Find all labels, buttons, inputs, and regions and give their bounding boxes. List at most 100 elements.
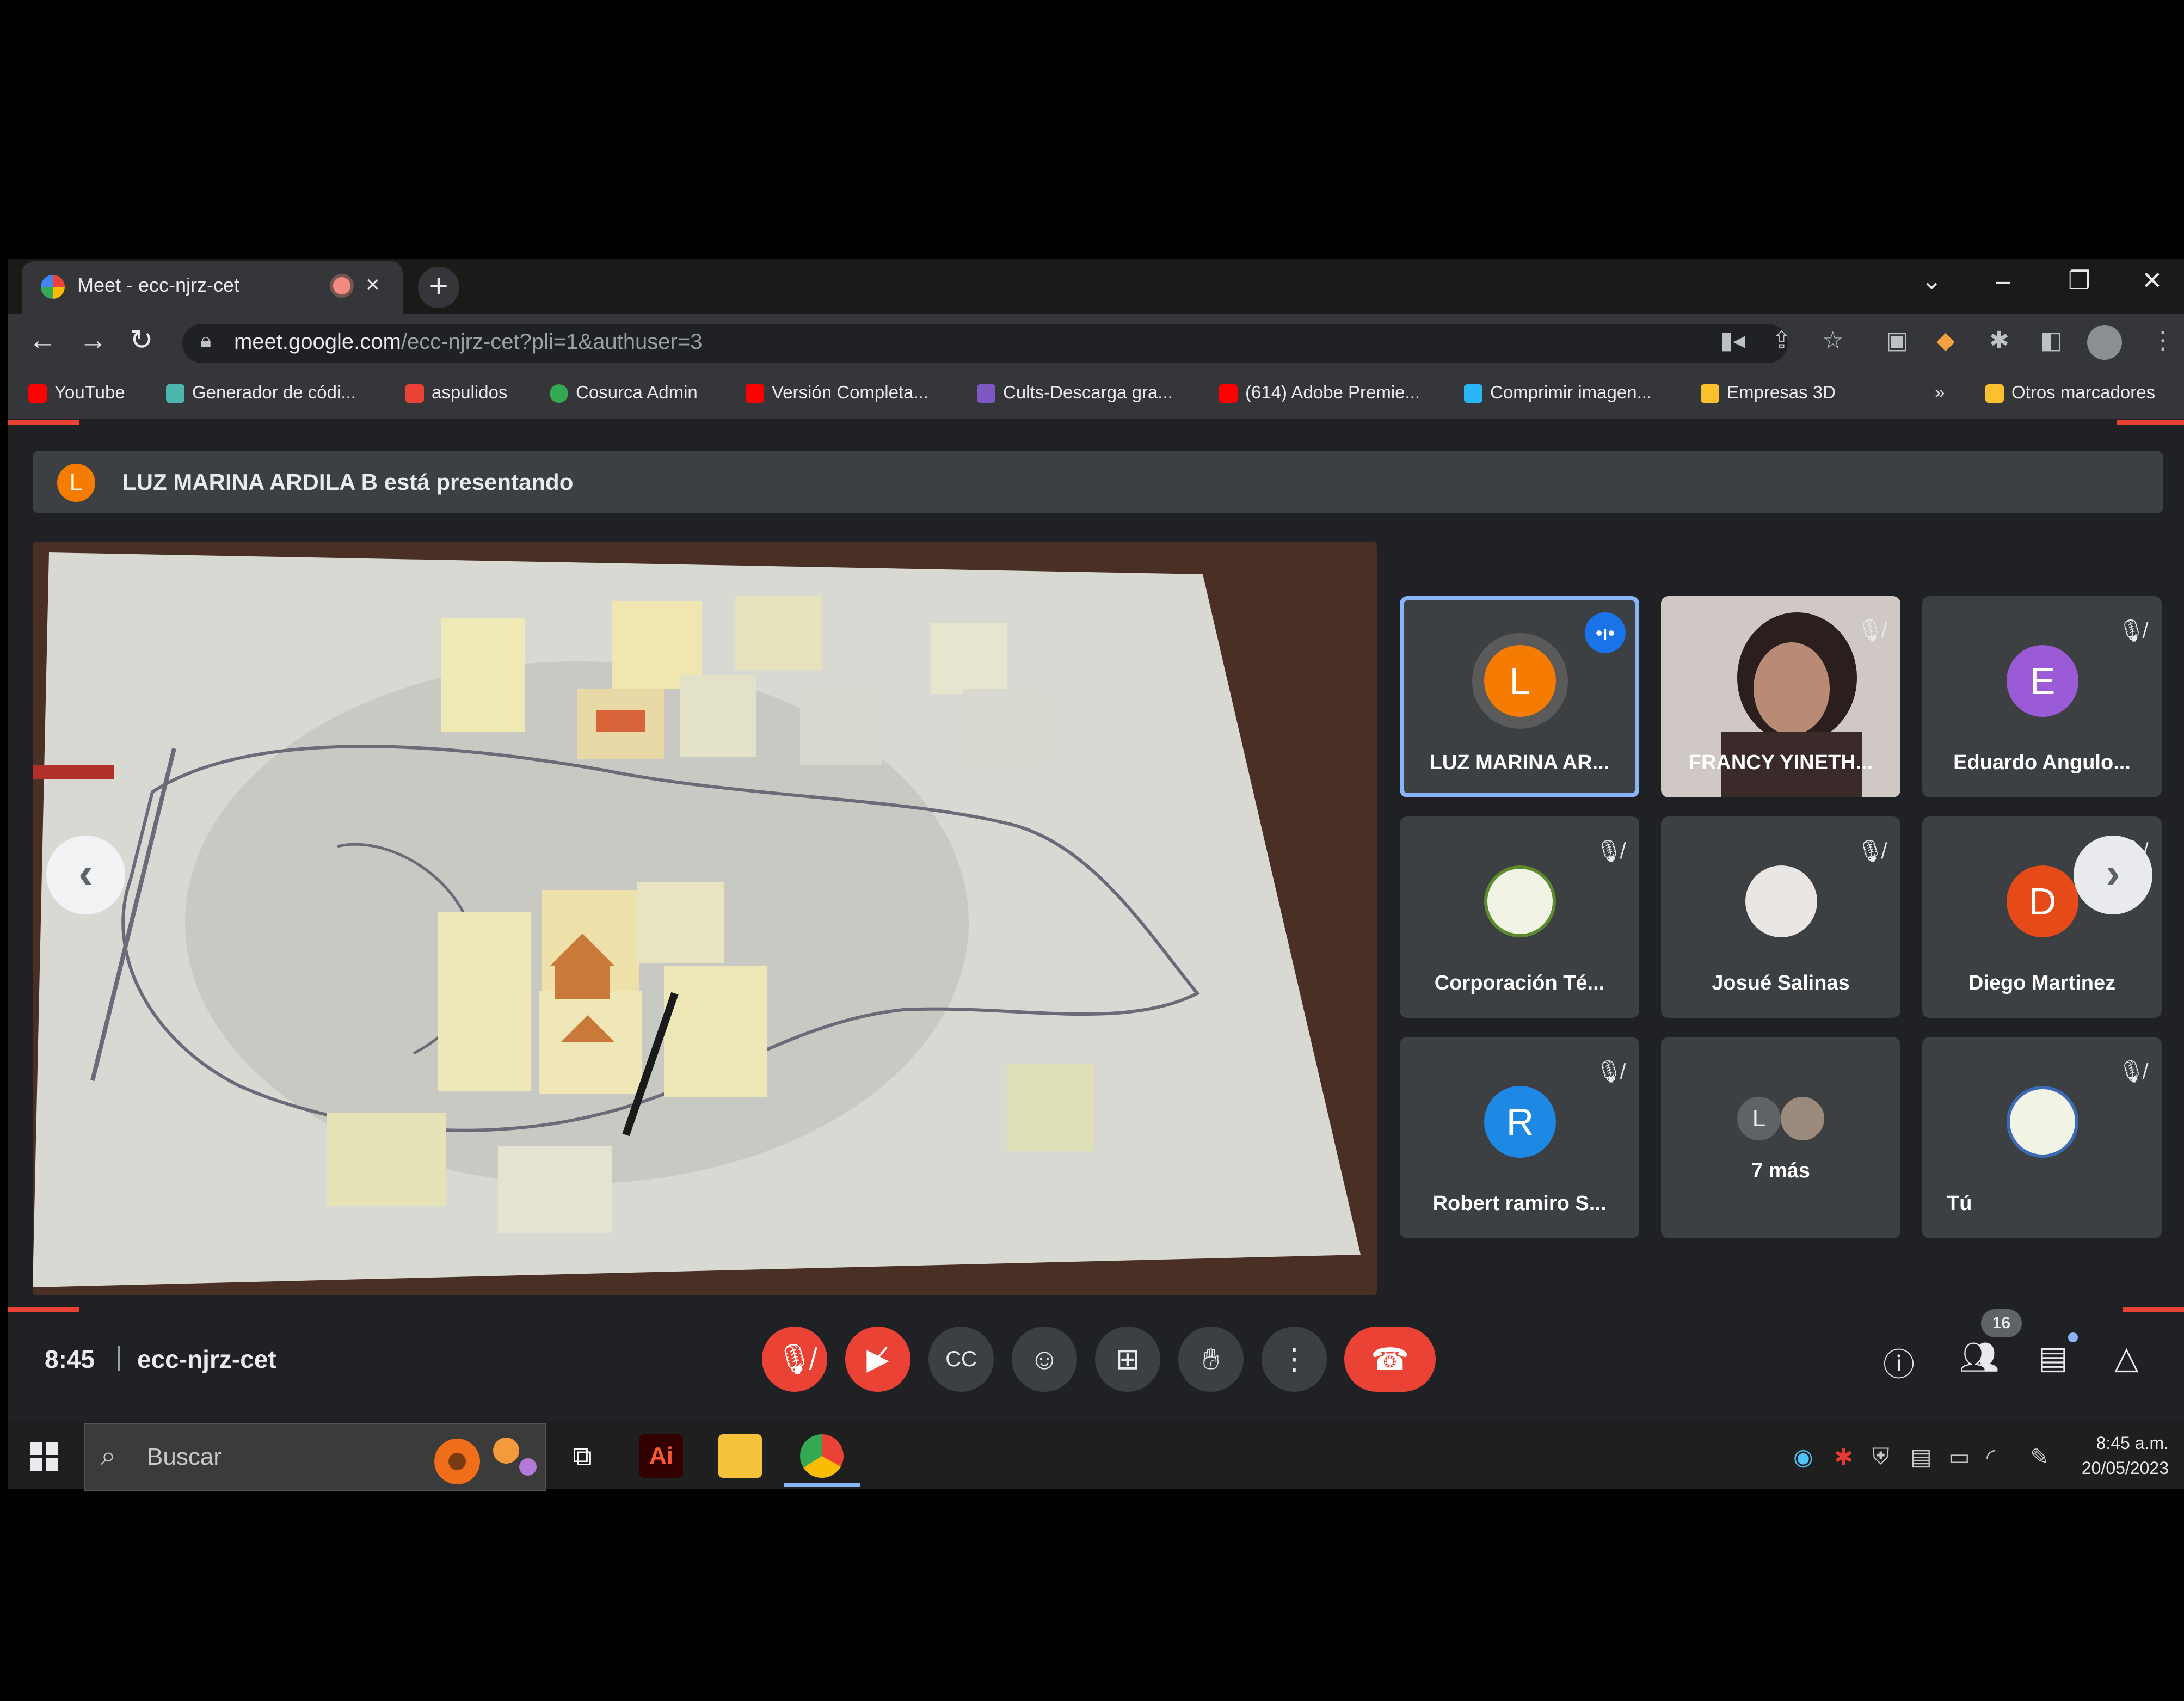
present-screen-button[interactable]: ⊞ xyxy=(1095,1327,1160,1392)
chat-icon[interactable]: ▤ xyxy=(2038,1339,2068,1376)
profile-avatar[interactable] xyxy=(2087,325,2122,360)
participant-tile[interactable]: 🎙︎̸ R Robert ramiro S... xyxy=(1400,1037,1639,1238)
search-icon: ⌕ xyxy=(101,1440,116,1471)
share-icon[interactable]: ⇪ xyxy=(1771,327,1792,354)
tray-display-icon[interactable]: ▤ xyxy=(1910,1444,1932,1470)
self-label: Tú xyxy=(1947,1192,1972,1215)
muted-mic-icon: 🎙︎̸ xyxy=(1856,839,1884,863)
url-path: /ecc-njrz-cet?pli=1&authuser=3 xyxy=(401,330,703,354)
close-window-icon[interactable]: ✕ xyxy=(2142,266,2163,295)
camera-off-button[interactable]: ▶̸ xyxy=(845,1327,910,1392)
other-bookmarks[interactable]: Otros marcadores xyxy=(1985,382,2155,403)
cults-icon xyxy=(977,384,995,403)
adobe-illustrator-icon[interactable]: Ai xyxy=(639,1434,683,1478)
speaking-indicator-icon: •ı• xyxy=(1585,612,1626,653)
participant-tile[interactable]: 🎙︎̸ FRANCY YINETH... xyxy=(1661,596,1900,797)
avatar: E xyxy=(2007,645,2078,717)
side-panel-icon[interactable]: ◧ xyxy=(2040,327,2063,354)
presenting-text: LUZ MARINA ARDILA B está presentando xyxy=(122,469,574,495)
muted-mic-icon: 🎙︎̸ xyxy=(1595,1060,1623,1084)
comprimir-icon xyxy=(1464,384,1482,403)
gmail-icon xyxy=(405,384,424,403)
generador-icon xyxy=(166,384,184,403)
avatar: L xyxy=(1484,645,1556,717)
progress-strip xyxy=(8,1307,79,1312)
photo-avatar xyxy=(1781,1097,1824,1140)
bookmark-cosurca[interactable]: Cosurca Admin xyxy=(550,382,698,403)
back-icon[interactable]: ← xyxy=(28,324,57,357)
bookmark-generador[interactable]: Generador de códi... xyxy=(166,382,356,403)
bookmark-star-icon[interactable]: ☆ xyxy=(1822,327,1843,354)
muted-mic-icon: 🎙︎̸ xyxy=(2118,1060,2145,1084)
active-app-indicator xyxy=(784,1483,860,1487)
bookmark-cults[interactable]: Cults-Descarga gra... xyxy=(977,382,1173,403)
shared-screen-image xyxy=(33,542,1377,1295)
progress-strip xyxy=(2117,420,2184,425)
browser-menu-icon[interactable]: ⋮ xyxy=(2151,327,2175,354)
participant-tile[interactable]: •ı• L LUZ MARINA AR... xyxy=(1400,596,1639,797)
forward-icon[interactable]: → xyxy=(79,324,107,357)
camera-in-use-icon[interactable]: ▮◂ xyxy=(1720,327,1745,354)
tab-search-chevron-icon[interactable]: ⌄ xyxy=(1921,266,1942,295)
windows-start-icon[interactable] xyxy=(30,1442,58,1471)
folder-icon xyxy=(1985,384,2004,403)
cosurca-icon xyxy=(550,384,568,403)
wifi-icon[interactable]: ◜ xyxy=(1986,1444,1995,1470)
self-tile[interactable]: 🎙︎̸ Tú xyxy=(1922,1037,2162,1238)
organization-logo-avatar xyxy=(2007,1086,2078,1158)
file-explorer-icon[interactable] xyxy=(718,1434,762,1478)
participant-tile[interactable]: 🎙︎̸ Josué Salinas xyxy=(1661,816,1900,1018)
pen-icon[interactable]: ✎ xyxy=(2030,1444,2049,1470)
url-text[interactable]: meet.google.com/ecc-njrz-cet?pli=1&authu… xyxy=(234,330,702,354)
extensions-puzzle-icon[interactable]: ✱ xyxy=(1989,327,2009,354)
minimize-icon[interactable]: – xyxy=(1996,266,2010,295)
tray-antivirus-icon[interactable]: ✱ xyxy=(1834,1444,1853,1470)
captions-button[interactable]: CC xyxy=(928,1327,994,1392)
emoji-reactions-button[interactable]: ☺ xyxy=(1012,1327,1077,1392)
recording-indicator-icon xyxy=(333,277,350,294)
chrome-icon[interactable] xyxy=(800,1434,844,1478)
tray-security-icon[interactable]: ⛨ xyxy=(1872,1444,1890,1470)
tray-app-icon[interactable]: ◉ xyxy=(1793,1444,1813,1470)
reload-icon[interactable]: ↻ xyxy=(130,324,153,357)
restore-icon[interactable]: ❐ xyxy=(2068,266,2090,295)
clock-date: 20/05/2023 xyxy=(2081,1458,2169,1478)
bookmark-empresas-3d[interactable]: Empresas 3D xyxy=(1701,382,1836,403)
raise-hand-button[interactable]: ✋︎ xyxy=(1178,1327,1244,1392)
bookmark-youtube[interactable]: YouTube xyxy=(28,382,125,403)
presentation-video[interactable] xyxy=(33,542,1377,1295)
bookmark-aspulidos[interactable]: aspulidos xyxy=(405,382,507,403)
next-page-button[interactable]: › xyxy=(2074,836,2152,914)
youtube-icon xyxy=(746,384,764,403)
meeting-info-icon[interactable]: ⓘ xyxy=(1883,1339,1915,1385)
extension-icon[interactable]: ▣ xyxy=(1886,327,1909,354)
bookmark-adobe-premiere[interactable]: (614) Adobe Premie... xyxy=(1219,382,1420,403)
chat-notification-dot xyxy=(2068,1332,2078,1342)
battery-icon[interactable]: ▭ xyxy=(1948,1444,1970,1470)
close-tab-icon[interactable]: × xyxy=(366,271,380,298)
people-icon[interactable]: 👥︎ xyxy=(1959,1339,2000,1376)
mic-off-button[interactable]: 🎙︎̸ xyxy=(762,1327,827,1392)
activities-icon[interactable]: △ xyxy=(2114,1339,2139,1376)
more-options-button[interactable]: ⋮ xyxy=(1262,1327,1327,1392)
participant-name: FRANCY YINETH... xyxy=(1688,751,1873,774)
youtube-icon xyxy=(1219,384,1238,403)
participant-tile[interactable]: 🎙︎̸ Corporación Té... xyxy=(1400,816,1639,1018)
bookmark-version-completa[interactable]: Versión Completa... xyxy=(746,382,928,403)
leave-call-button[interactable]: ☎︎ xyxy=(1344,1327,1436,1392)
more-participants-tile[interactable]: L 7 más xyxy=(1661,1037,1900,1238)
bookmarks-overflow-button[interactable]: » xyxy=(1935,382,1945,403)
clock-time: 8:45 a.m. xyxy=(2096,1433,2169,1453)
new-tab-button[interactable]: + xyxy=(418,267,459,308)
lock-icon[interactable]: 🔒︎ xyxy=(200,329,211,353)
metamask-extension-icon[interactable]: ◆ xyxy=(1936,327,1955,354)
muted-mic-icon: 🎙︎̸ xyxy=(1856,619,1884,643)
previous-page-button[interactable]: ‹ xyxy=(46,836,125,914)
separator: | xyxy=(115,1342,122,1371)
bookmark-comprimir[interactable]: Comprimir imagen... xyxy=(1464,382,1652,403)
meeting-code: ecc-njrz-cet xyxy=(137,1345,276,1373)
avatar: D xyxy=(2007,865,2078,937)
task-view-icon[interactable]: ⧉ xyxy=(561,1434,604,1478)
participant-tile[interactable]: 🎙︎̸ E Eduardo Angulo... xyxy=(1922,596,2162,797)
system-clock[interactable]: 8:45 a.m. 20/05/2023 xyxy=(2076,1430,2169,1481)
